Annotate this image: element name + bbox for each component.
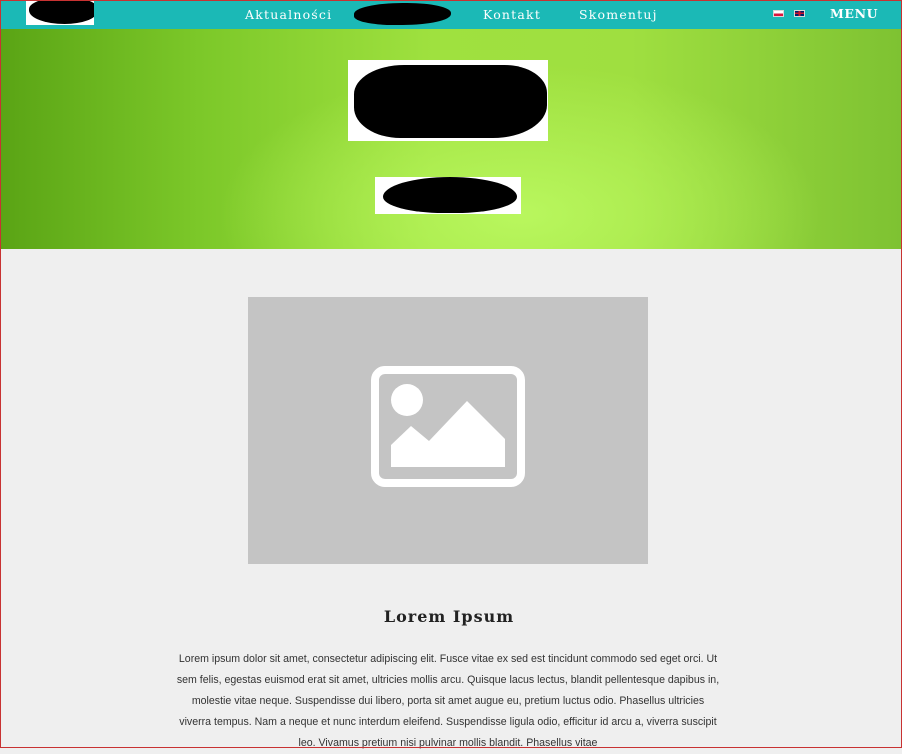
menu-button[interactable]: MENU [830,6,878,21]
top-navigation-bar: Aktualności Kontakt Skomentuj MENU [0,0,902,29]
site-logo[interactable] [26,0,94,25]
article-body: Lorem ipsum dolor sit amet, consectetur … [176,652,720,749]
nav-link-news[interactable]: Aktualności [245,7,332,22]
gb-flag-icon[interactable] [794,10,805,17]
image-placeholder-icon [371,366,525,487]
hero-subtitle [375,177,521,214]
article-image [248,297,648,564]
nav-link-comment[interactable]: Skomentuj [579,7,658,22]
nav-link-contact[interactable]: Kontakt [483,7,541,22]
article-title: Lorem Ipsum [383,607,515,627]
pl-flag-icon[interactable] [773,10,784,17]
redacted-logo [29,0,94,24]
redacted-hero-subtitle [383,177,517,213]
redacted-hero-title [354,65,547,138]
hero-banner [0,29,902,249]
hero-title [348,60,548,141]
nav-link-redacted[interactable] [354,3,451,25]
